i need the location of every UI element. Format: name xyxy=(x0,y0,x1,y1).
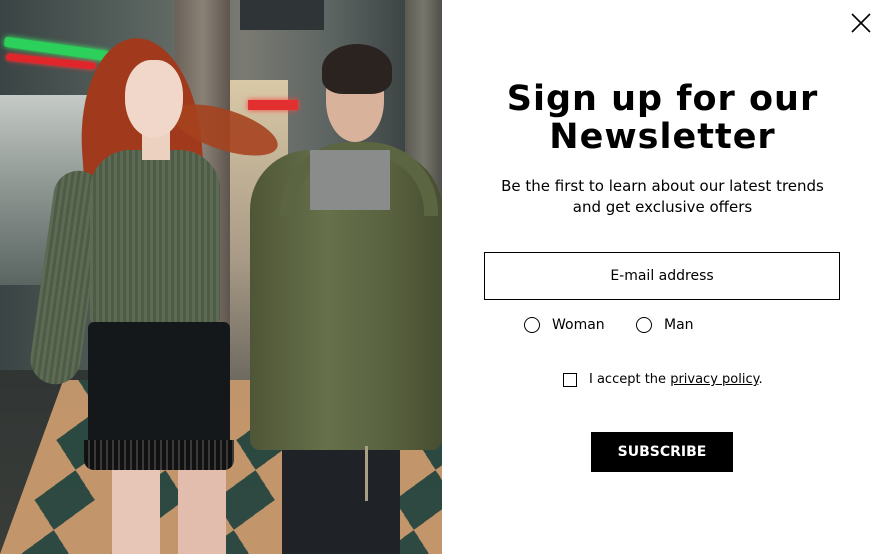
privacy-consent-prefix: I accept the xyxy=(589,372,667,387)
privacy-consent-text: I accept the privacy policy. xyxy=(589,372,763,387)
signup-panel: Sign up for our Newsletter Be the first … xyxy=(442,0,875,554)
newsletter-modal: Sign up for our Newsletter Be the first … xyxy=(0,0,875,554)
privacy-policy-link[interactable]: privacy policy xyxy=(670,372,758,387)
woman-leg-left xyxy=(112,465,160,554)
gender-option-man[interactable]: Man xyxy=(636,314,694,336)
photo-sign xyxy=(240,0,324,30)
privacy-checkbox[interactable] xyxy=(563,372,577,387)
woman-face xyxy=(125,60,183,138)
page-title: Sign up for our Newsletter xyxy=(442,80,875,156)
gender-option-woman[interactable]: Woman xyxy=(524,314,605,336)
man-hair xyxy=(322,44,392,94)
man-drawstring xyxy=(365,446,368,501)
radio-icon xyxy=(636,317,652,333)
fashion-photo xyxy=(0,0,442,554)
title-line-2: Newsletter xyxy=(549,117,776,157)
subtitle-line-2: and get exclusive offers xyxy=(572,198,753,216)
subtitle-line-1: Be the first to learn about our latest t… xyxy=(501,177,824,195)
title-line-1: Sign up for our xyxy=(506,79,819,119)
subscribe-button[interactable]: SUBSCRIBE xyxy=(591,432,733,472)
privacy-consent: I accept the privacy policy. xyxy=(563,372,763,387)
privacy-consent-suffix: . xyxy=(758,372,763,387)
radio-icon xyxy=(524,317,540,333)
close-icon xyxy=(851,13,871,33)
photo-neon-red-right xyxy=(248,100,298,110)
man-shirt xyxy=(310,150,390,210)
woman-lace-trim xyxy=(84,440,234,470)
close-button[interactable] xyxy=(846,8,875,38)
email-field[interactable] xyxy=(484,252,840,300)
subtitle: Be the first to learn about our latest t… xyxy=(442,176,875,218)
gender-label-man: Man xyxy=(664,317,694,333)
woman-shorts xyxy=(88,322,230,457)
woman-sweater xyxy=(90,150,220,325)
man-pants xyxy=(282,448,400,554)
gender-label-woman: Woman xyxy=(552,317,605,333)
